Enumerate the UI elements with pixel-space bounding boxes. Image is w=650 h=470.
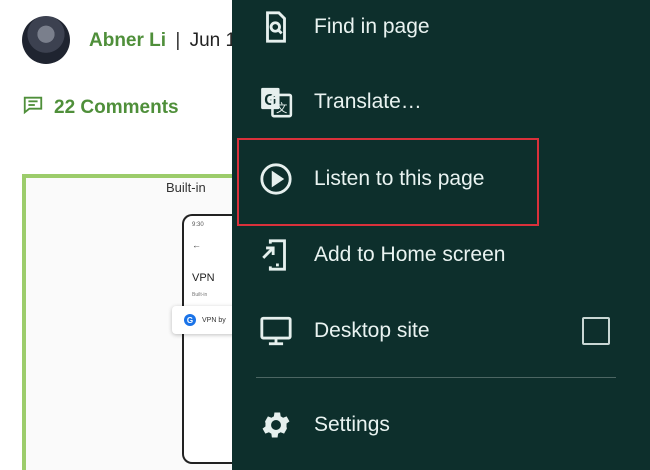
comments-count: 22 Comments <box>54 97 179 118</box>
google-badge-icon: G <box>184 314 196 326</box>
menu-item-listen-to-page[interactable]: Listen to this page <box>232 149 650 209</box>
menu-item-settings[interactable]: Settings <box>232 395 650 455</box>
menu-divider <box>256 377 616 378</box>
vpn-chip-label: VPN by <box>202 316 226 324</box>
menu-item-find-in-page[interactable]: Find in page <box>232 0 650 57</box>
phone-back-arrow: ← <box>192 240 201 250</box>
byline-separator: | <box>175 30 181 51</box>
phone-status-time: 9:30 <box>192 222 204 228</box>
menu-item-label: Add to Home screen <box>314 243 506 266</box>
figure-title: Built-in <box>166 180 206 195</box>
menu-item-label: Translate… <box>314 90 422 113</box>
article-byline: Abner Li | Jun 1 <box>89 30 236 52</box>
overflow-menu: Find in page G 文 Translate… Listen to th… <box>232 0 650 470</box>
phone-vpn-subtitle: Built-in <box>192 292 208 298</box>
menu-item-label: Desktop site <box>314 319 430 342</box>
gear-icon <box>258 407 294 443</box>
menu-item-translate[interactable]: G 文 Translate… <box>232 72 650 132</box>
play-circle-icon <box>258 161 294 197</box>
menu-item-add-to-home-screen[interactable]: Add to Home screen <box>232 225 650 285</box>
menu-item-label: Listen to this page <box>314 167 485 190</box>
add-to-home-screen-icon <box>258 237 294 273</box>
menu-item-label: Find in page <box>314 15 430 38</box>
screen: Abner Li | Jun 1 22 Comments Built-in 9:… <box>0 0 650 470</box>
menu-item-desktop-site[interactable]: Desktop site <box>232 301 650 361</box>
menu-item-label: Settings <box>314 413 390 436</box>
author-link[interactable]: Abner Li <box>89 30 166 51</box>
comments-link[interactable]: 22 Comments <box>22 94 179 122</box>
desktop-icon <box>258 313 294 349</box>
phone-vpn-title: VPN <box>192 272 215 284</box>
find-in-page-icon <box>258 9 294 45</box>
translate-icon: G 文 <box>258 84 294 120</box>
publish-date: Jun 1 <box>189 30 237 51</box>
svg-text:文: 文 <box>276 101 287 115</box>
author-avatar[interactable] <box>22 16 70 64</box>
desktop-site-checkbox[interactable] <box>582 317 610 345</box>
comment-icon <box>22 94 44 122</box>
